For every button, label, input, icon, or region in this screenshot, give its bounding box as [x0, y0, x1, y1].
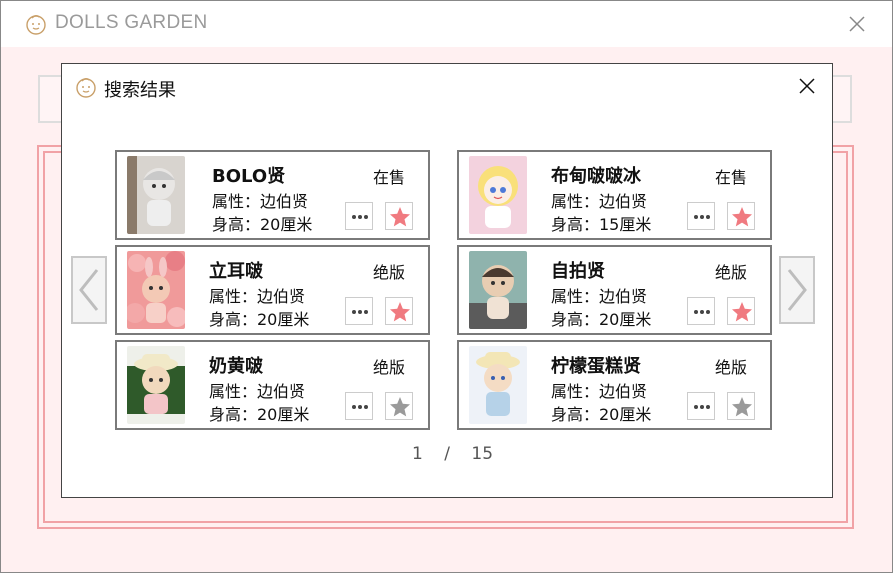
result-card[interactable]: 自拍贤 绝版 属性：边伯贤 身高：20厘米 [457, 245, 772, 335]
status-badge: 绝版 [373, 263, 406, 282]
close-icon[interactable] [847, 14, 867, 34]
doll-height: 身高：20厘米 [209, 405, 310, 424]
star-icon [732, 302, 752, 322]
status-badge: 绝版 [715, 263, 748, 282]
status-badge: 在售 [373, 168, 406, 187]
favorite-button[interactable] [727, 202, 755, 230]
doll-photo [469, 346, 527, 424]
chevron-right-icon [787, 269, 807, 311]
doll-attribute: 属性：边伯贤 [551, 287, 648, 306]
doll-name: 柠檬蛋糕贤 [551, 356, 641, 377]
doll-name: BOLO贤 [212, 166, 286, 187]
favorite-button[interactable] [727, 297, 755, 325]
star-icon [390, 302, 410, 322]
current-page: 1 [412, 444, 423, 464]
baby-face-icon [76, 78, 96, 98]
doll-photo [469, 156, 527, 234]
status-badge: 绝版 [715, 358, 748, 377]
more-options-button[interactable] [345, 392, 373, 420]
favorite-button[interactable] [385, 202, 413, 230]
star-icon [390, 207, 410, 227]
total-pages: 15 [471, 444, 494, 464]
doll-attribute: 属性：边伯贤 [551, 192, 648, 211]
result-card[interactable]: 布甸啵啵冰 在售 属性：边伯贤 身高：15厘米 [457, 150, 772, 240]
doll-name: 布甸啵啵冰 [551, 166, 641, 187]
doll-photo [127, 156, 185, 234]
more-options-button[interactable] [687, 392, 715, 420]
doll-name: 奶黄啵 [209, 356, 263, 377]
star-icon [390, 397, 410, 417]
star-icon [732, 207, 752, 227]
prev-page-button[interactable] [71, 256, 107, 324]
doll-height: 身高：20厘米 [551, 310, 652, 329]
star-icon [732, 397, 752, 417]
doll-name: 立耳啵 [209, 261, 263, 282]
more-options-button[interactable] [345, 202, 373, 230]
close-icon[interactable] [798, 77, 816, 95]
app-title: DOLLS GARDEN [55, 12, 208, 33]
favorite-button[interactable] [727, 392, 755, 420]
search-results-dialog: 搜索结果 BOLO贤 在售 属性：边伯贤 身高：20厘米 布甸啵啵冰 在售 属性… [61, 63, 833, 498]
doll-photo [127, 346, 185, 424]
doll-height: 身高：15厘米 [551, 215, 652, 234]
result-card[interactable]: 立耳啵 绝版 属性：边伯贤 身高：20厘米 [115, 245, 430, 335]
dialog-title: 搜索结果 [104, 80, 176, 101]
next-page-button[interactable] [779, 256, 815, 324]
doll-height: 身高：20厘米 [212, 215, 313, 234]
main-titlebar: DOLLS GARDEN [1, 1, 892, 47]
doll-attribute: 属性：边伯贤 [551, 382, 648, 401]
baby-face-icon [26, 15, 46, 35]
chevron-left-icon [79, 269, 99, 311]
doll-height: 身高：20厘米 [551, 405, 652, 424]
status-badge: 绝版 [373, 358, 406, 377]
doll-photo [469, 251, 527, 329]
doll-attribute: 属性：边伯贤 [209, 287, 306, 306]
favorite-button[interactable] [385, 392, 413, 420]
doll-attribute: 属性：边伯贤 [212, 192, 309, 211]
more-options-button[interactable] [345, 297, 373, 325]
doll-height: 身高：20厘米 [209, 310, 310, 329]
doll-attribute: 属性：边伯贤 [209, 382, 306, 401]
pagination: 1 / 15 [412, 444, 493, 464]
doll-photo [127, 251, 185, 329]
doll-name: 自拍贤 [551, 261, 605, 282]
status-badge: 在售 [715, 168, 748, 187]
more-options-button[interactable] [687, 202, 715, 230]
favorite-button[interactable] [385, 297, 413, 325]
page-separator: / [444, 444, 450, 464]
more-options-button[interactable] [687, 297, 715, 325]
result-card[interactable]: 奶黄啵 绝版 属性：边伯贤 身高：20厘米 [115, 340, 430, 430]
result-card[interactable]: 柠檬蛋糕贤 绝版 属性：边伯贤 身高：20厘米 [457, 340, 772, 430]
result-card[interactable]: BOLO贤 在售 属性：边伯贤 身高：20厘米 [115, 150, 430, 240]
